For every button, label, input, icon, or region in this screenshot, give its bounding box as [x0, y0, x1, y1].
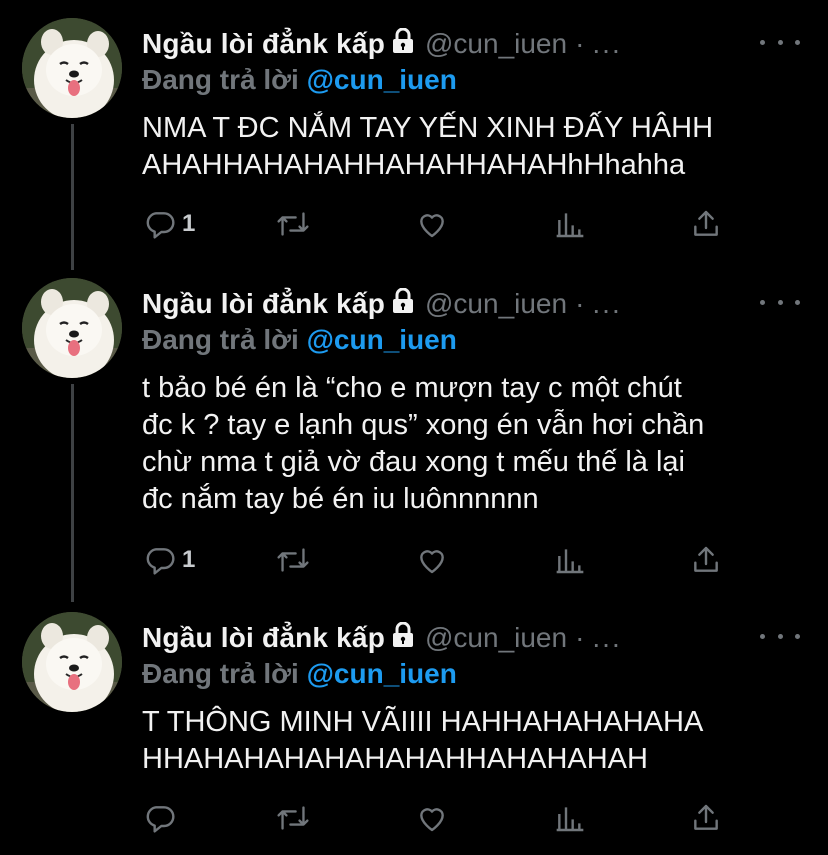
retweet-icon	[276, 802, 310, 834]
action-bar: 1	[142, 540, 732, 580]
reply-icon	[144, 208, 176, 240]
like-button[interactable]	[416, 204, 448, 244]
replying-to: Đang trả lời @cun_iuen	[142, 658, 457, 690]
share-button[interactable]	[690, 204, 722, 244]
timestamp[interactable]: ...	[592, 622, 621, 654]
display-name[interactable]: Ngầu lòi đẳnk kấp	[142, 28, 385, 60]
tweet-text-line: chừ nma t giả vờ đau xong t mếu thế là l…	[142, 446, 685, 478]
tweet[interactable]: Ngầu lòi đẳnk kấp @cun_iuen · ... Đang t…	[0, 278, 828, 598]
separator: ·	[575, 28, 585, 59]
reply-button[interactable]	[144, 798, 182, 838]
lock-icon	[391, 287, 415, 321]
lock-icon	[391, 621, 415, 655]
share-icon	[690, 802, 722, 834]
retweet-icon	[276, 544, 310, 576]
reply-button[interactable]: 1	[144, 204, 195, 244]
tweet-text-line: T THÔNG MINH VÃIIII HAHHAHAHAHAHA	[142, 706, 704, 738]
share-icon	[690, 544, 722, 576]
reply-label: Đang trả lời	[142, 658, 299, 689]
like-button[interactable]	[416, 540, 448, 580]
tweet-text-line: đc k ? tay e lạnh qus” xong én vẫn hơi c…	[142, 409, 705, 441]
separator: ·	[575, 622, 585, 653]
analytics-button[interactable]	[554, 204, 586, 244]
action-bar: 1	[142, 204, 732, 244]
tweet[interactable]: Ngầu lòi đẳnk kấp @cun_iuen · ... Đang t…	[0, 18, 828, 248]
avatar[interactable]	[22, 18, 122, 118]
separator: ·	[575, 288, 585, 319]
timestamp[interactable]: ...	[592, 28, 621, 60]
user-handle[interactable]: @cun_iuen	[425, 28, 567, 60]
user-handle[interactable]: @cun_iuen	[425, 288, 567, 320]
tweet-text: t bảo bé én là “cho e mượn tay c một chú…	[142, 370, 812, 518]
reply-count: 1	[182, 546, 196, 573]
more-options-icon[interactable]	[760, 290, 800, 314]
like-button[interactable]	[416, 798, 448, 838]
tweet-text-line: NMA T ĐC NẮM TAY YẾN XINH ĐẤY HÂHH	[142, 112, 714, 144]
tweet-text-line: HHAHAHAHAHAHAHAHHAHAHAHAH	[142, 743, 648, 775]
timestamp[interactable]: ...	[592, 288, 621, 320]
tweet-text-line: t bảo bé én là “cho e mượn tay c một chú…	[142, 372, 682, 404]
user-handle[interactable]: @cun_iuen	[425, 622, 567, 654]
tweet-header: Ngầu lòi đẳnk kấp @cun_iuen · ...	[142, 24, 622, 64]
retweet-button[interactable]	[276, 204, 310, 244]
analytics-icon	[554, 802, 586, 834]
reply-count: 1	[182, 210, 196, 237]
mention-link[interactable]: @cun_iuen	[307, 324, 457, 355]
retweet-button[interactable]	[276, 540, 310, 580]
tweet-text: T THÔNG MINH VÃIIII HAHHAHAHAHAHA HHAHAH…	[142, 704, 812, 778]
more-options-icon[interactable]	[760, 624, 800, 648]
analytics-icon	[554, 208, 586, 240]
reply-icon	[144, 802, 176, 834]
retweet-icon	[276, 208, 310, 240]
display-name[interactable]: Ngầu lòi đẳnk kấp	[142, 622, 385, 654]
more-options-icon[interactable]	[760, 30, 800, 54]
like-icon	[416, 208, 448, 240]
replying-to: Đang trả lời @cun_iuen	[142, 64, 457, 96]
like-icon	[416, 802, 448, 834]
tweet-text-line: AHAHHAHAHAHHAHAHHAHAHhHhahha	[142, 149, 686, 181]
analytics-icon	[554, 544, 586, 576]
tweet-header: Ngầu lòi đẳnk kấp @cun_iuen · ...	[142, 618, 622, 658]
reply-icon	[144, 544, 176, 576]
mention-link[interactable]: @cun_iuen	[307, 658, 457, 689]
reply-button[interactable]: 1	[144, 540, 195, 580]
tweet-text-line: đc nắm tay bé én iu luônnnnnn	[142, 483, 539, 515]
analytics-button[interactable]	[554, 540, 586, 580]
avatar[interactable]	[22, 278, 122, 378]
retweet-button[interactable]	[276, 798, 310, 838]
tweet-header: Ngầu lòi đẳnk kấp @cun_iuen · ...	[142, 284, 622, 324]
like-icon	[416, 544, 448, 576]
display-name[interactable]: Ngầu lòi đẳnk kấp	[142, 288, 385, 320]
reply-label: Đang trả lời	[142, 324, 299, 355]
avatar[interactable]	[22, 612, 122, 712]
share-icon	[690, 208, 722, 240]
lock-icon	[391, 27, 415, 61]
replying-to: Đang trả lời @cun_iuen	[142, 324, 457, 356]
tweet-text: NMA T ĐC NẮM TAY YẾN XINH ĐẤY HÂHH AHAHH…	[142, 110, 812, 184]
share-button[interactable]	[690, 540, 722, 580]
action-bar	[142, 798, 732, 838]
tweet[interactable]: Ngầu lòi đẳnk kấp @cun_iuen · ... Đang t…	[0, 612, 828, 852]
share-button[interactable]	[690, 798, 722, 838]
reply-label: Đang trả lời	[142, 64, 299, 95]
analytics-button[interactable]	[554, 798, 586, 838]
mention-link[interactable]: @cun_iuen	[307, 64, 457, 95]
